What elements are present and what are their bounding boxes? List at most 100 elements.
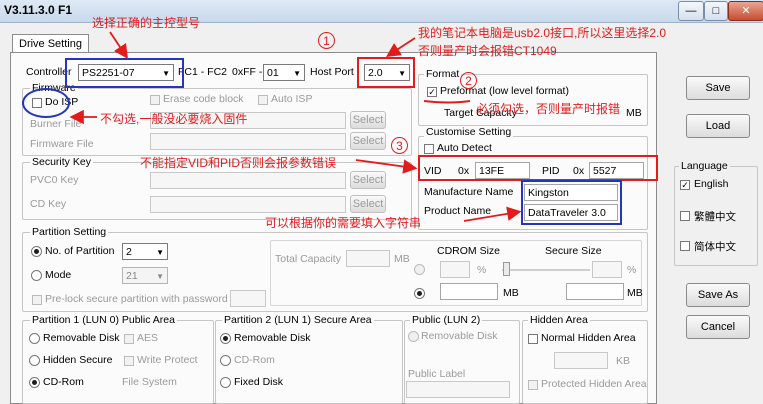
security-key-group-label: Security Key [30, 156, 93, 168]
normal-hidden-area-checkbox[interactable] [528, 334, 538, 344]
erase-code-block-label: Erase code block [163, 93, 244, 105]
mode-value: 21 [126, 270, 138, 282]
burner-file-label: Burner File [30, 118, 82, 130]
lun1-fixed-disk-radio[interactable] [220, 377, 231, 388]
language-group-label: Language [679, 160, 730, 172]
secure-mb-unit: MB [627, 287, 643, 299]
pvc0-key-select-button[interactable]: Select [350, 171, 386, 189]
format-group-label: Format [424, 68, 462, 80]
aes-label: AES [137, 332, 159, 344]
annotation-number-2: 2 [460, 72, 477, 89]
pvc0-key-label: PVC0 Key [30, 174, 79, 186]
annotation-must-check: 必须勾选，否则量产时报错 [476, 102, 621, 116]
secure-mb-input[interactable] [566, 283, 624, 300]
hidden-area-group-label: Hidden Area [528, 314, 590, 326]
customise-setting-group-label: Customise Setting [424, 126, 514, 138]
trad-chinese-label: 繁體中文 [694, 211, 736, 223]
preformat-checkbox[interactable]: ✓ [427, 87, 437, 97]
host-port-label: Host Port [310, 66, 354, 78]
lun0-cd-rom-radio[interactable] [29, 377, 40, 388]
lun2-group-label: Public (LUN 2) [410, 314, 483, 326]
maximize-button[interactable]: □ [704, 1, 728, 21]
cdrom-percent-input[interactable] [440, 261, 470, 278]
public-label-label: Public Label [408, 368, 466, 380]
protected-hidden-area-label: Protected Hidden Area [541, 378, 647, 390]
lun0-group-label: Partition 1 (LUN 0) Public Area [30, 314, 177, 326]
mode-label: Mode [45, 269, 72, 281]
protected-hidden-area-checkbox[interactable] [528, 380, 538, 390]
firmware-file-input[interactable] [150, 133, 346, 150]
cdrom-mb-input[interactable] [440, 283, 498, 300]
secure-percent-unit: % [627, 264, 637, 276]
save-as-button[interactable]: Save As [686, 283, 750, 307]
minimize-button[interactable]: — [678, 1, 704, 21]
close-button[interactable]: ✕ [728, 1, 763, 21]
firmware-file-select-button[interactable]: Select [350, 132, 386, 150]
public-label-input[interactable] [406, 381, 510, 398]
secure-percent-input[interactable] [592, 261, 622, 278]
cd-key-select-button[interactable]: Select [350, 195, 386, 213]
fc-select[interactable]: 01 ▼ [263, 64, 305, 81]
window-title: V3.11.3.0 F1 [4, 3, 73, 17]
lun1-removable-disk-radio[interactable] [220, 333, 231, 344]
mode-select[interactable]: 21 ▼ [122, 267, 168, 284]
cdrom-mb-radio[interactable] [414, 288, 425, 299]
tab-drive-setting[interactable]: Drive Setting [12, 34, 89, 53]
total-capacity-input[interactable] [346, 250, 390, 267]
lun1-cd-rom-label: CD-Rom [234, 354, 275, 366]
cd-key-input[interactable] [150, 196, 346, 213]
save-button[interactable]: Save [686, 76, 750, 100]
chevron-down-icon: ▼ [293, 69, 301, 78]
lun2-removable-disk-label: Removable Disk [421, 330, 498, 342]
no-of-partition-select[interactable]: 2 ▼ [122, 243, 168, 260]
mode-radio[interactable] [31, 270, 42, 281]
write-protect-checkbox[interactable] [124, 356, 134, 366]
cdrom-percent-radio[interactable] [414, 264, 425, 275]
load-button[interactable]: Load [686, 114, 750, 138]
vid-pid-highlight-box [418, 155, 658, 181]
cdrom-mb-unit: MB [503, 287, 519, 299]
host-port-highlight-box [357, 57, 415, 88]
lun0-cd-rom-label: CD-Rom [43, 376, 84, 388]
total-capacity-unit: MB [394, 253, 410, 265]
product-name-label: Product Name [424, 205, 492, 217]
lun0-removable-disk-label: Removable Disk [43, 332, 120, 344]
cdrom-percent-unit: % [477, 264, 487, 276]
chevron-down-icon: ▼ [156, 248, 164, 257]
chevron-down-icon: ▼ [156, 272, 164, 281]
size-slider-track[interactable] [502, 269, 590, 271]
auto-detect-checkbox[interactable] [424, 144, 434, 154]
pre-lock-checkbox[interactable] [32, 295, 42, 305]
no-of-partition-radio[interactable] [31, 246, 42, 257]
english-checkbox[interactable]: ✓ [680, 180, 690, 190]
do-isp-highlight-circle [22, 88, 70, 118]
lun2-removable-disk-radio[interactable] [408, 331, 419, 342]
annotation-no-check: 不勾选,一般没必要烧入固件 [100, 112, 248, 126]
aes-checkbox[interactable] [124, 334, 134, 344]
normal-hidden-area-label: Normal Hidden Area [541, 332, 636, 344]
simp-chinese-checkbox[interactable] [680, 241, 690, 251]
annotation-number-1: 1 [318, 32, 335, 49]
auto-isp-checkbox[interactable] [258, 95, 268, 105]
lun0-removable-disk-radio[interactable] [29, 333, 40, 344]
fc-label: FC1 - FC2 [178, 66, 228, 78]
erase-code-block-checkbox[interactable] [150, 95, 160, 105]
lun1-group-label: Partition 2 (LUN 1) Secure Area [222, 314, 374, 326]
lun0-hidden-secure-radio[interactable] [29, 355, 40, 366]
cd-key-label: CD Key [30, 198, 67, 210]
trad-chinese-checkbox[interactable] [680, 211, 690, 221]
annotation-number-3: 3 [391, 137, 408, 154]
annotation-usb-note-1: 我的笔记本电脑是usb2.0接口,所以这里选择2.0 [418, 26, 667, 40]
annotation-select-model: 选择正确的主控型号 [92, 16, 201, 30]
pvc0-key-input[interactable] [150, 172, 346, 189]
burner-file-select-button[interactable]: Select [350, 111, 386, 129]
no-of-partition-label: No. of Partition [45, 245, 115, 257]
pre-lock-label: Pre-lock secure partition with password … [45, 293, 234, 305]
annotation-name-note: 可以根据你的需要填入字符串 [265, 216, 422, 230]
lun1-cd-rom-radio[interactable] [220, 355, 231, 366]
size-slider-handle[interactable] [503, 262, 510, 276]
cancel-button[interactable]: Cancel [686, 315, 750, 339]
auto-detect-label: Auto Detect [437, 142, 492, 154]
hidden-size-input[interactable] [554, 352, 608, 369]
pre-lock-password-input[interactable] [230, 290, 266, 307]
